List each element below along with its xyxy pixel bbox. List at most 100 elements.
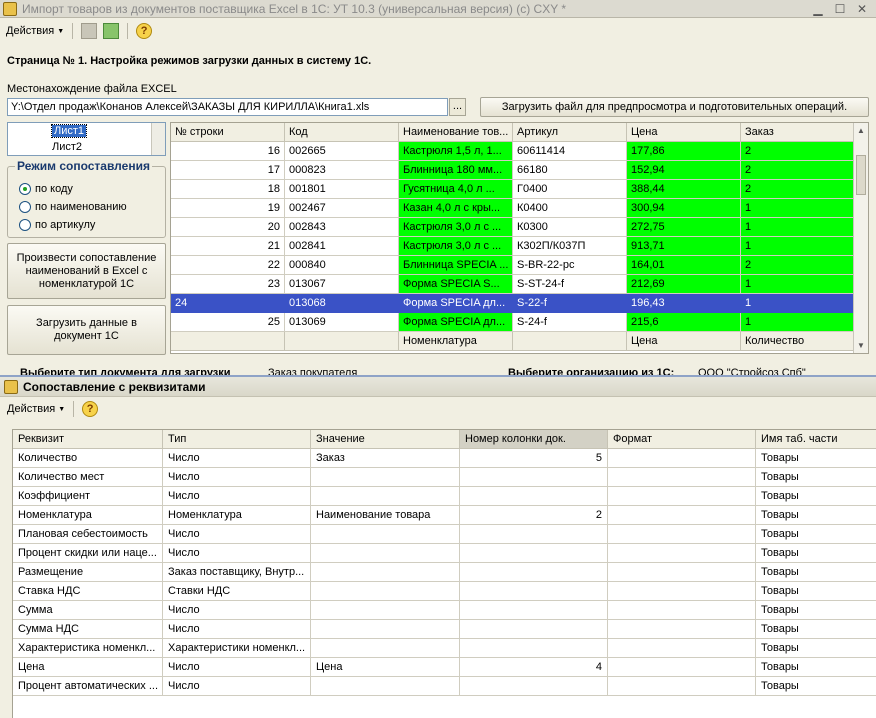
table-row[interactable]: Сумма Число Товары bbox=[13, 601, 876, 620]
column-header[interactable]: Значение bbox=[311, 430, 460, 449]
table-row[interactable]: 25 013069 Форма SPECIA дл... S-24-f 215,6 1 bbox=[171, 313, 855, 332]
table-cell[interactable]: 913,71 bbox=[627, 237, 741, 256]
table-cell[interactable]: S-ST-24-f bbox=[513, 275, 627, 294]
file-path-input[interactable]: Y:\Отдел продаж\Конанов Алексей\ЗАКАЗЫ Д… bbox=[7, 98, 448, 116]
table-cell[interactable]: Товары bbox=[756, 525, 876, 544]
table-cell[interactable]: Число bbox=[163, 658, 311, 677]
radio-button[interactable] bbox=[19, 183, 31, 195]
table-cell[interactable] bbox=[608, 544, 756, 563]
footer-cell[interactable]: Цена bbox=[627, 332, 741, 351]
radio-by-name[interactable]: по наименованию bbox=[19, 201, 127, 213]
table-cell[interactable]: 013068 bbox=[285, 294, 399, 313]
table-cell[interactable]: 22 bbox=[171, 256, 285, 275]
table-cell[interactable]: 1 bbox=[741, 199, 855, 218]
table-cell[interactable]: 152,94 bbox=[627, 161, 741, 180]
table-cell[interactable]: S-BR-22-pc bbox=[513, 256, 627, 275]
table-cell[interactable]: 388,44 bbox=[627, 180, 741, 199]
table-cell[interactable] bbox=[460, 582, 608, 601]
grid-scrollbar[interactable]: ▲ ▼ bbox=[853, 123, 868, 353]
table-cell[interactable] bbox=[460, 677, 608, 696]
table-cell[interactable]: Число bbox=[163, 525, 311, 544]
table-cell[interactable]: 21 bbox=[171, 237, 285, 256]
table-cell[interactable]: 2 bbox=[460, 506, 608, 525]
table-cell[interactable] bbox=[460, 468, 608, 487]
scroll-up-icon[interactable]: ▲ bbox=[854, 123, 868, 138]
table-cell[interactable]: 002467 bbox=[285, 199, 399, 218]
table-row[interactable]: Коэффициент Число Товары bbox=[13, 487, 876, 506]
table-cell[interactable] bbox=[311, 544, 460, 563]
table-cell[interactable]: 215,6 bbox=[627, 313, 741, 332]
table-cell[interactable]: Товары bbox=[756, 677, 876, 696]
table-cell[interactable]: Сумма bbox=[13, 601, 163, 620]
help-icon[interactable]: ? bbox=[82, 401, 99, 417]
scroll-thumb[interactable] bbox=[856, 155, 866, 195]
column-header[interactable]: Реквизит bbox=[13, 430, 163, 449]
minimize-icon[interactable]: ▁ bbox=[810, 2, 826, 16]
maximize-icon[interactable]: ☐ bbox=[832, 2, 848, 16]
table-cell[interactable]: Заказ поставщику, Внутр... bbox=[163, 563, 311, 582]
table-cell[interactable]: 272,75 bbox=[627, 218, 741, 237]
table-cell[interactable]: 164,01 bbox=[627, 256, 741, 275]
table-cell[interactable]: Товары bbox=[756, 563, 876, 582]
table-cell[interactable]: К0400 bbox=[513, 199, 627, 218]
table-cell[interactable]: 66180 bbox=[513, 161, 627, 180]
table-cell[interactable] bbox=[460, 620, 608, 639]
table-cell[interactable] bbox=[608, 468, 756, 487]
column-header[interactable]: № строки bbox=[171, 123, 285, 142]
table-row[interactable]: 22 000840 Блинница SPECIA ... S-BR-22-pc 164… bbox=[171, 256, 855, 275]
table-cell[interactable]: Количество мест bbox=[13, 468, 163, 487]
table-cell[interactable] bbox=[311, 525, 460, 544]
table-row[interactable]: 23 013067 Форма SPECIA S... S-ST-24-f 212,69… bbox=[171, 275, 855, 294]
table-cell[interactable]: Число bbox=[163, 449, 311, 468]
preview-grid[interactable]: № строки Код Наименование тов... Артикул Цен… bbox=[170, 122, 869, 354]
table-cell[interactable]: Форма SPECIA S... bbox=[399, 275, 513, 294]
table-cell[interactable] bbox=[460, 639, 608, 658]
scroll-down-icon[interactable]: ▼ bbox=[854, 338, 868, 353]
table-cell[interactable]: 16 bbox=[171, 142, 285, 161]
table-cell[interactable]: 002841 bbox=[285, 237, 399, 256]
table-row[interactable]: Процент скидки или наце... Число Товары bbox=[13, 544, 876, 563]
table-cell[interactable]: Товары bbox=[756, 487, 876, 506]
table-cell[interactable]: Процент скидки или наце... bbox=[13, 544, 163, 563]
table-cell[interactable] bbox=[608, 639, 756, 658]
table-cell[interactable]: 002843 bbox=[285, 218, 399, 237]
table-cell[interactable] bbox=[460, 544, 608, 563]
table-cell[interactable]: Число bbox=[163, 487, 311, 506]
sheet-item[interactable]: Лист2 bbox=[8, 139, 165, 155]
table-row[interactable]: 21 002841 Кастрюля 3,0 л с ... К302П/К037П 9… bbox=[171, 237, 855, 256]
table-cell[interactable]: 1 bbox=[741, 275, 855, 294]
table-cell[interactable]: Гусятница 4,0 л ... bbox=[399, 180, 513, 199]
help-icon[interactable]: ? bbox=[136, 23, 153, 39]
match-button[interactable]: Произвести сопоставление наименований в … bbox=[7, 243, 166, 299]
table-row[interactable]: 19 002467 Казан 4,0 л с кры... К0400 300,94 1 bbox=[171, 199, 855, 218]
footer-cell[interactable] bbox=[513, 332, 627, 351]
table-cell[interactable] bbox=[460, 525, 608, 544]
table-cell[interactable]: Цена bbox=[311, 658, 460, 677]
table-cell[interactable]: 000840 bbox=[285, 256, 399, 275]
table-row[interactable]: Размещение Заказ поставщику, Внутр... Това… bbox=[13, 563, 876, 582]
table-cell[interactable]: Форма SPECIA дл... bbox=[399, 313, 513, 332]
table-cell[interactable]: Число bbox=[163, 544, 311, 563]
table-cell[interactable]: 2 bbox=[741, 161, 855, 180]
table-cell[interactable]: Товары bbox=[756, 582, 876, 601]
table-row[interactable]: Количество мест Число Товары bbox=[13, 468, 876, 487]
table-cell[interactable]: S-22-f bbox=[513, 294, 627, 313]
table-cell[interactable]: Номенклатура bbox=[163, 506, 311, 525]
table-cell[interactable] bbox=[608, 487, 756, 506]
table-cell[interactable]: 013067 bbox=[285, 275, 399, 294]
column-header[interactable]: Номер колонки док. bbox=[460, 430, 608, 449]
table-cell[interactable]: 24 bbox=[171, 294, 285, 313]
table-cell[interactable] bbox=[311, 601, 460, 620]
table-cell[interactable]: Товары bbox=[756, 544, 876, 563]
table-cell[interactable]: Число bbox=[163, 620, 311, 639]
table-row[interactable]: Количество Число Заказ 5 Товары bbox=[13, 449, 876, 468]
sheet-list[interactable]: Лист1 Лист2 bbox=[7, 122, 166, 156]
table-cell[interactable]: Блинница SPECIA ... bbox=[399, 256, 513, 275]
column-header[interactable]: Тип bbox=[163, 430, 311, 449]
table-cell[interactable] bbox=[311, 620, 460, 639]
actions-menu[interactable]: Действия ▼ bbox=[3, 23, 67, 39]
table-cell[interactable] bbox=[608, 506, 756, 525]
load-data-button[interactable]: Загрузить данные в документ 1С bbox=[7, 305, 166, 355]
table-cell[interactable]: Размещение bbox=[13, 563, 163, 582]
column-header[interactable]: Артикул bbox=[513, 123, 627, 142]
